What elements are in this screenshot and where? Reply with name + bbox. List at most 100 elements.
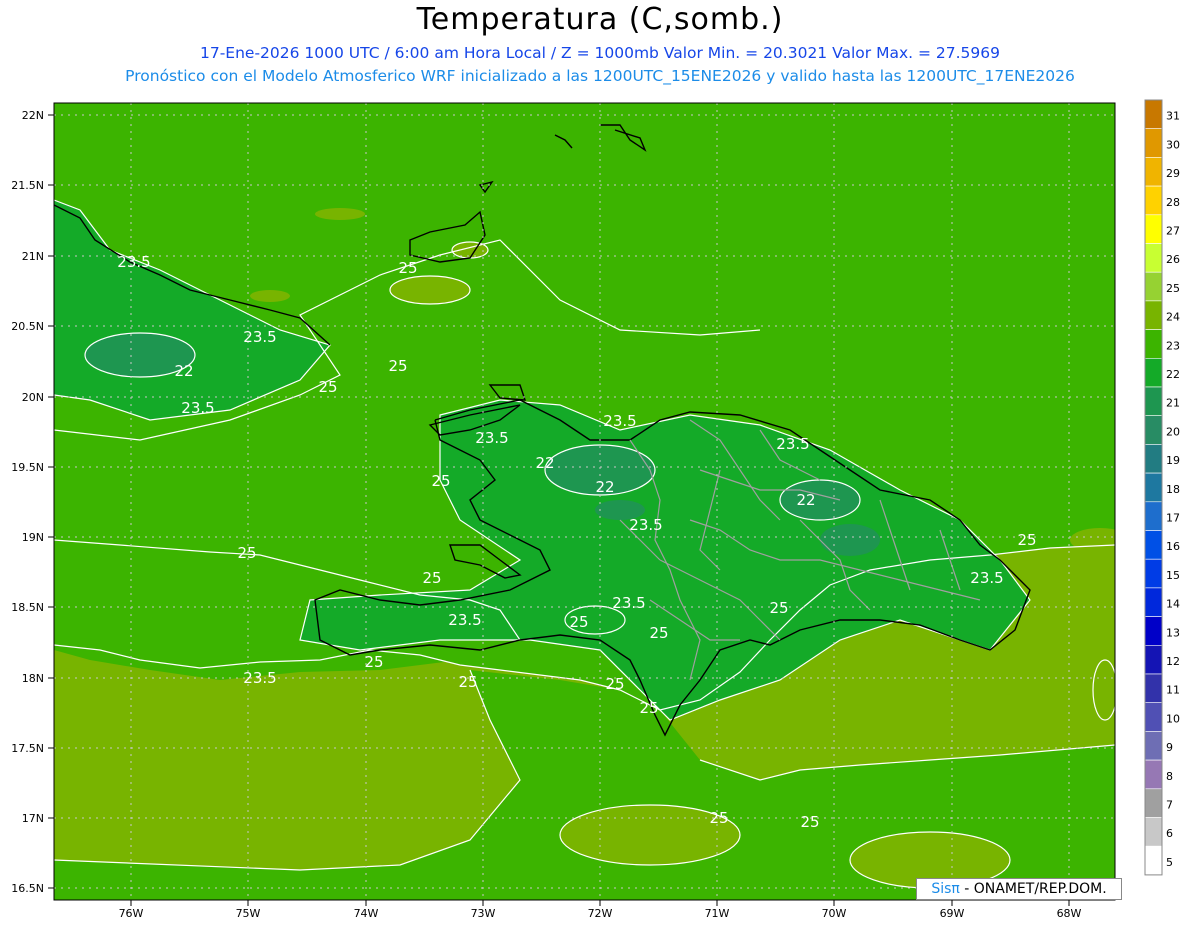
colorbar-label: 22 — [1166, 368, 1180, 381]
contour-label: 25 — [639, 699, 658, 717]
temperature-field — [54, 103, 1115, 900]
lat-label: 17.5N — [11, 742, 44, 755]
colorbar-swatch — [1144, 472, 1163, 503]
contour-label: 22 — [535, 454, 554, 472]
colorbar-swatch — [1144, 329, 1163, 359]
lat-label: 21.5N — [11, 179, 44, 192]
contour-label: 23.5 — [776, 435, 809, 453]
colorbar-label: 18 — [1166, 483, 1180, 496]
colorbar-swatch — [1144, 530, 1163, 560]
contour-label: 22 — [174, 362, 193, 380]
lat-label: 19N — [22, 531, 44, 544]
contour-label: 23.5 — [117, 253, 150, 271]
lat-label: 18N — [22, 672, 44, 685]
colorbar-swatch — [1144, 357, 1163, 388]
colorbar-label: 27 — [1166, 225, 1180, 238]
contour-label: 22 — [796, 491, 815, 509]
colorbar-label: 24 — [1166, 311, 1180, 324]
lon-label: 76W — [119, 907, 144, 920]
colorbar-swatch — [1144, 845, 1163, 876]
colorbar-swatch — [1144, 558, 1163, 589]
contour-label: 25 — [769, 599, 788, 617]
contour-label: 25 — [458, 673, 477, 691]
colorbar-label: 13 — [1166, 626, 1180, 639]
colorbar-swatch — [1144, 128, 1163, 158]
lon-label: 70W — [822, 907, 847, 920]
lat-label: 20N — [22, 391, 44, 404]
lon-label: 73W — [471, 907, 496, 920]
colorbar-swatch — [1144, 731, 1163, 761]
contour-label: 23.5 — [612, 594, 645, 612]
colorbar-swatch — [1144, 243, 1163, 273]
colorbar-label: 30 — [1166, 138, 1180, 151]
credit-box: Sisπ - ONAMET/REP.DOM. — [916, 878, 1122, 900]
contour-label: 23.5 — [243, 328, 276, 346]
contour-label: 23.5 — [629, 516, 662, 534]
colorbar-swatch — [1144, 644, 1163, 675]
lat-label: 19.5N — [11, 461, 44, 474]
lat-label: 21N — [22, 250, 44, 263]
colorbar-label: 17 — [1166, 512, 1180, 525]
lat-label: 18.5N — [11, 601, 44, 614]
lon-label: 68W — [1057, 907, 1082, 920]
contour-label: 25 — [364, 653, 383, 671]
colorbar-swatch — [1144, 616, 1163, 646]
lon-label: 74W — [354, 907, 379, 920]
contour-label: 25 — [431, 472, 450, 490]
lat-label: 20.5N — [11, 320, 44, 333]
lon-label: 75W — [236, 907, 261, 920]
credit-text: - ONAMET/REP.DOM. — [959, 881, 1107, 897]
colorbar-label: 7 — [1166, 799, 1173, 812]
contour-label: 25 — [422, 569, 441, 587]
colorbar-swatch — [1144, 702, 1163, 732]
colorbar-label: 25 — [1166, 282, 1180, 295]
lat-label: 16.5N — [11, 882, 44, 895]
colorbar-label: 14 — [1166, 598, 1180, 611]
contour-label: 23.5 — [181, 399, 214, 417]
contour-label: 23.5 — [970, 569, 1003, 587]
colorbar-swatch — [1144, 300, 1163, 330]
colorbar-label: 21 — [1166, 397, 1180, 410]
colorbar-label: 9 — [1166, 741, 1173, 754]
colorbar-label: 15 — [1166, 569, 1180, 582]
colorbar-swatch — [1144, 157, 1163, 187]
colorbar-label: 5 — [1166, 856, 1173, 869]
colorbar-swatch — [1144, 501, 1163, 531]
sispi-logo-text: Sisπ — [931, 881, 960, 897]
contour-label: 23.5 — [243, 669, 276, 687]
latitude-ticks — [48, 114, 54, 889]
colorbar-swatch — [1144, 185, 1163, 216]
colorbar-swatch — [1144, 214, 1163, 244]
lat-label: 17N — [22, 812, 44, 825]
colorbar-swatch — [1144, 386, 1163, 417]
contour-label: 25 — [388, 357, 407, 375]
colorbar-swatch — [1144, 271, 1163, 302]
colorbar: 31 30 29 28 27 26 25 24 23 22 21 20 19 18 17 16 15 14 13 12… — [1144, 99, 1180, 876]
lon-label: 72W — [588, 907, 613, 920]
colorbar-swatch — [1144, 759, 1163, 790]
latitude-labels: 22N 21.5N 21N 20.5N 20N 19.5N 19N 18.5N … — [11, 109, 44, 895]
colorbar-label: 8 — [1166, 770, 1173, 783]
colorbar-swatch — [1144, 415, 1163, 445]
contour-label: 23.5 — [448, 611, 481, 629]
colorbar-label: 11 — [1166, 684, 1180, 697]
colorbar-label: 23 — [1166, 339, 1180, 352]
contour-label: 25 — [237, 544, 256, 562]
contour-label: 25 — [318, 378, 337, 396]
longitude-labels: 76W 75W 74W 73W 72W 71W 70W 69W 68W — [119, 907, 1082, 920]
contour-label: 25 — [569, 613, 588, 631]
contour-label: 22 — [595, 478, 614, 496]
colorbar-swatch — [1144, 788, 1163, 818]
colorbar-label: 31 — [1166, 110, 1180, 123]
lat-label: 22N — [22, 109, 44, 122]
longitude-ticks — [130, 900, 1070, 906]
contour-label: 23.5 — [475, 429, 508, 447]
colorbar-label: 12 — [1166, 655, 1180, 668]
colorbar-label: 10 — [1166, 712, 1180, 725]
colorbar-label: 6 — [1166, 827, 1173, 840]
colorbar-swatch — [1144, 444, 1163, 474]
contour-label: 25 — [605, 675, 624, 693]
colorbar-label: 28 — [1166, 196, 1180, 209]
colorbar-swatch — [1144, 587, 1163, 617]
lon-label: 71W — [705, 907, 730, 920]
